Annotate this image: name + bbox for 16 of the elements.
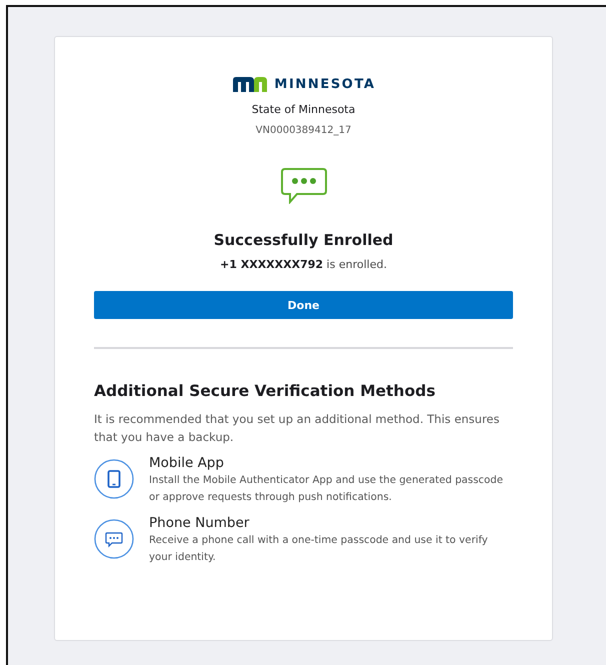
logo-icon (233, 77, 268, 92)
enrolled-message: +1 XXXXXXX792 is enrolled. (219, 258, 388, 271)
organization-name: State of Minnesota (250, 103, 356, 116)
phone-icon[interactable] (94, 459, 134, 499)
done-button[interactable]: Done (94, 291, 513, 319)
method-description: Receive a phone call with a one-time passcode and use it to verify your identity. (149, 534, 489, 565)
success-heading: Successfully Enrolled (212, 231, 394, 249)
method-title[interactable]: Phone Number (149, 514, 513, 532)
method-description: Install the Mobile Authenticator App and use the generated passcode or approve requests through push notifications. (149, 474, 504, 505)
section-description: It is recommended that you set up an additional method. This ensures that you have a backup. (94, 411, 500, 446)
section-heading: Additional Secure Verification Methods (94, 382, 436, 400)
reference-code: VN0000389412_17 (254, 125, 352, 136)
message-icon[interactable] (94, 519, 134, 559)
chat-bubble-icon (280, 168, 326, 204)
method-title[interactable]: Mobile App (149, 454, 513, 472)
brand-wordmark: MINNESOTA (274, 77, 376, 92)
